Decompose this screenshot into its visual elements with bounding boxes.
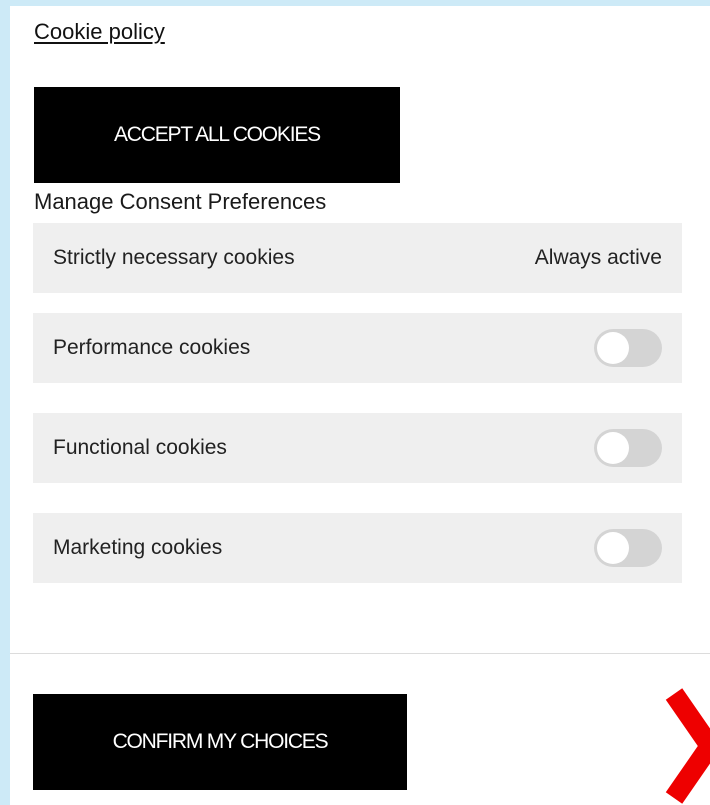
- pref-label: Functional cookies: [53, 436, 227, 459]
- accept-all-cookies-button[interactable]: ACCEPT ALL COOKIES: [34, 87, 400, 183]
- pref-row-strictly-necessary: Strictly necessary cookies Always active: [33, 223, 682, 293]
- performance-toggle[interactable]: [594, 329, 662, 367]
- pref-row-functional: Functional cookies: [33, 413, 682, 483]
- chevron-right-icon[interactable]: [660, 686, 710, 804]
- cookie-policy-link[interactable]: Cookie policy: [34, 19, 165, 45]
- manage-consent-heading: Manage Consent Preferences: [34, 189, 327, 214]
- pref-row-marketing: Marketing cookies: [33, 513, 682, 583]
- pref-row-performance: Performance cookies: [33, 313, 682, 383]
- pref-label: Strictly necessary cookies: [53, 246, 295, 269]
- pref-label: Marketing cookies: [53, 536, 223, 559]
- toggle-knob: [597, 432, 629, 464]
- marketing-toggle[interactable]: [594, 529, 662, 567]
- pref-label: Performance cookies: [53, 336, 251, 359]
- functional-toggle[interactable]: [594, 429, 662, 467]
- divider: [10, 653, 710, 654]
- cookie-consent-panel: Cookie policy ACCEPT ALL COOKIES Manage …: [10, 6, 710, 805]
- confirm-my-choices-button[interactable]: CONFIRM MY CHOICES: [33, 694, 407, 790]
- always-active-status: Always active: [534, 246, 662, 269]
- toggle-knob: [597, 332, 629, 364]
- toggle-knob: [597, 532, 629, 564]
